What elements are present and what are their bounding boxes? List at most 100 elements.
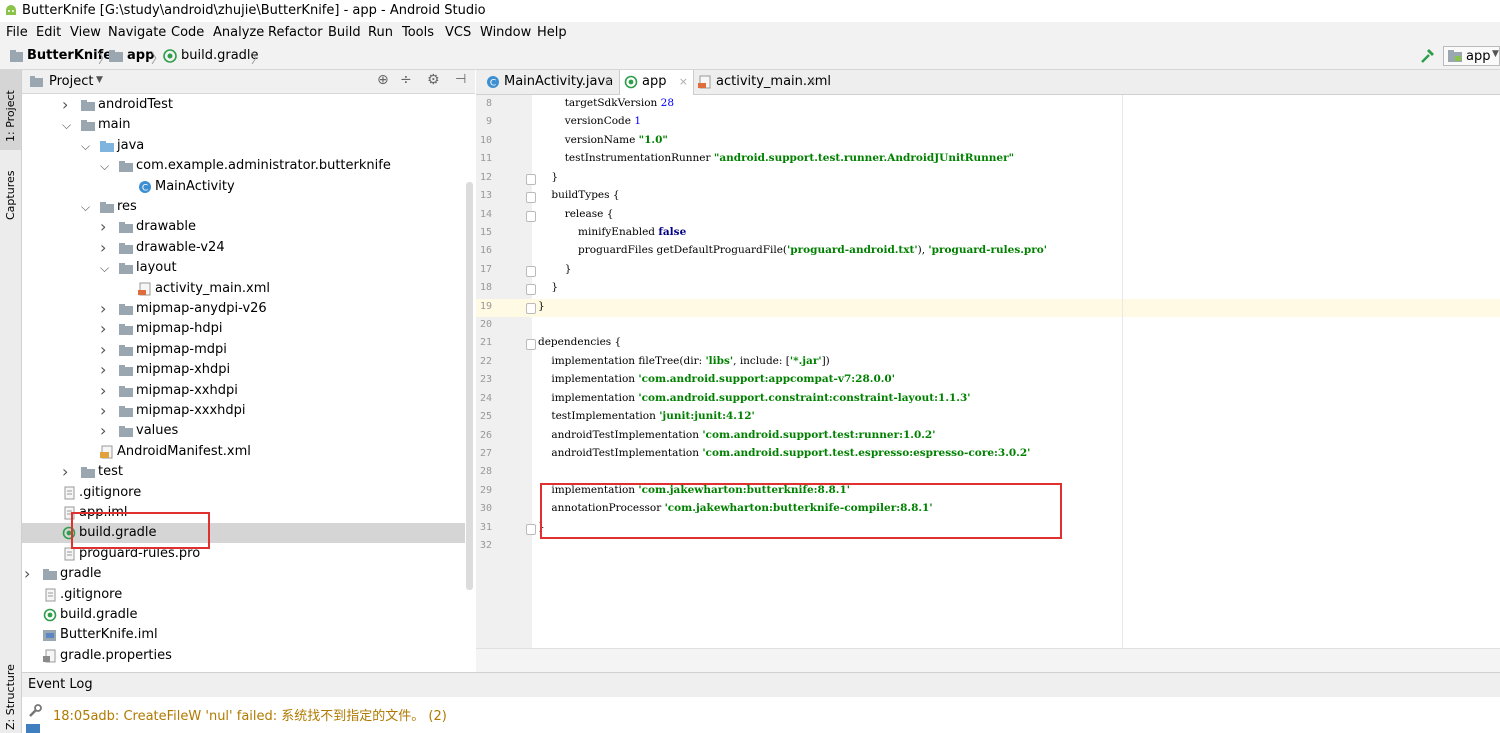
event-log-title[interactable]: Event Log — [28, 677, 93, 692]
line-number: 9 — [485, 116, 492, 128]
chevron-down-icon[interactable]: ⌵ — [81, 136, 91, 153]
tree-item[interactable]: gradle.properties — [22, 646, 465, 666]
chevron-down-icon[interactable]: ⌵ — [81, 197, 91, 214]
menu-run[interactable]: Run — [368, 25, 393, 40]
tree-item[interactable]: .gitignore — [22, 483, 465, 503]
menu-edit[interactable]: Edit — [36, 25, 61, 40]
chevron-right-icon[interactable]: › — [100, 238, 110, 257]
fold-marker-icon[interactable] — [526, 523, 536, 535]
event-log-icon[interactable] — [26, 724, 40, 733]
tree-item[interactable]: .gitignore — [22, 585, 465, 605]
tree-item[interactable]: ButterKnife.iml — [22, 625, 465, 645]
chevron-right-icon[interactable]: › — [100, 299, 110, 318]
tree-item[interactable]: activity_main.xml — [22, 279, 465, 299]
fold-marker-icon[interactable] — [526, 210, 536, 222]
code-token: 'com.android.support.test.espresso:espre… — [702, 446, 1031, 459]
line-number: 8 — [485, 98, 492, 109]
code-token: 'proguard-android.txt' — [787, 244, 918, 257]
menu-build[interactable]: Build — [328, 25, 361, 40]
editor-tab[interactable]: activity_main.xml × — [694, 70, 831, 94]
structure-tool-tab[interactable]: Z: Structure — [4, 664, 17, 730]
menu-window[interactable]: Window — [480, 25, 531, 40]
tree-item[interactable]: › androidTest — [22, 95, 465, 115]
code-token: 1 — [634, 115, 642, 128]
project-tree-scrollbar[interactable] — [466, 182, 473, 590]
tree-item[interactable]: ⌵ main — [22, 115, 465, 135]
close-icon[interactable]: × — [808, 70, 817, 94]
menu-code[interactable]: Code — [171, 25, 204, 40]
tree-item[interactable]: › values — [22, 421, 465, 441]
tree-item[interactable]: ⌵ com.example.administrator.butterknife — [22, 156, 465, 176]
tree-item[interactable]: ⌵ res — [22, 197, 465, 217]
chevron-right-icon[interactable]: › — [100, 381, 110, 400]
menu-view[interactable]: View — [70, 25, 101, 40]
chevron-right-icon[interactable]: › — [100, 319, 110, 338]
scroll-from-source-icon[interactable]: ⊕ — [377, 72, 389, 88]
tree-item[interactable]: › mipmap-mdpi — [22, 340, 465, 360]
fold-marker-icon[interactable] — [526, 192, 536, 204]
fold-marker-icon[interactable] — [526, 302, 536, 314]
code-token: 'com.android.support.constraint:constrai… — [638, 391, 971, 404]
fold-marker-icon[interactable] — [526, 173, 536, 185]
menu-refactor[interactable]: Refactor — [268, 25, 323, 40]
hammer-build-icon[interactable] — [1419, 48, 1435, 64]
tree-item[interactable]: ⌵ layout — [22, 258, 465, 278]
tree-item[interactable]: › test — [22, 462, 465, 482]
tree-item[interactable]: ⌵ java — [22, 136, 465, 156]
project-panel-title[interactable]: Project — [49, 74, 93, 89]
tree-item[interactable]: › mipmap-xxxhdpi — [22, 401, 465, 421]
chevron-down-icon[interactable]: ▼ — [96, 75, 103, 85]
tree-item[interactable]: › mipmap-anydpi-v26 — [22, 299, 465, 319]
tree-item[interactable]: › mipmap-xhdpi — [22, 360, 465, 380]
line-number: 22 — [479, 355, 492, 367]
fold-marker-icon[interactable] — [526, 284, 536, 296]
xml-file-icon — [698, 75, 711, 89]
tree-item[interactable]: › mipmap-hdpi — [22, 319, 465, 339]
module-file-icon — [43, 630, 56, 642]
chevron-right-icon[interactable]: › — [24, 564, 34, 583]
chevron-down-icon[interactable]: ⌵ — [100, 258, 110, 275]
collapse-all-icon[interactable]: ÷ — [400, 72, 412, 88]
chevron-right-icon[interactable]: › — [62, 462, 72, 481]
chevron-down-icon[interactable]: ⌵ — [62, 115, 72, 132]
tree-item[interactable]: › drawable-v24 — [22, 238, 465, 258]
tree-item[interactable]: › gradle — [22, 564, 465, 584]
fold-marker-icon[interactable] — [526, 339, 536, 351]
breadcrumb-file[interactable]: build.gradle — [181, 48, 259, 63]
hide-panel-icon[interactable]: ⊣ — [455, 72, 466, 87]
chevron-down-icon[interactable]: ⌵ — [100, 156, 110, 173]
menu-analyze[interactable]: Analyze — [213, 25, 264, 40]
tree-item[interactable]: build.gradle — [22, 605, 465, 625]
menu-file[interactable]: File — [6, 25, 28, 40]
folder-icon — [81, 467, 95, 479]
wrench-icon[interactable] — [28, 704, 42, 718]
close-icon[interactable]: × — [604, 70, 613, 94]
chevron-right-icon[interactable]: › — [100, 360, 110, 379]
captures-tool-tab[interactable]: Captures — [4, 171, 17, 220]
code-token: ]) — [821, 354, 830, 367]
project-view-icon — [30, 76, 43, 87]
tree-item-label: gradle — [60, 566, 102, 582]
chevron-right-icon[interactable]: › — [62, 95, 72, 114]
tree-item[interactable]: › mipmap-xxhdpi — [22, 381, 465, 401]
chevron-right-icon[interactable]: › — [100, 217, 110, 236]
chevron-right-icon[interactable]: › — [100, 340, 110, 359]
code-line: implementation 'com.android.support:appc… — [538, 373, 895, 385]
menu-navigate[interactable]: Navigate — [108, 25, 166, 40]
run-config-select[interactable]: app ▼ — [1443, 46, 1500, 66]
tree-item[interactable]: AndroidManifest.xml — [22, 442, 465, 462]
chevron-right-icon[interactable]: › — [100, 421, 110, 440]
gear-icon[interactable]: ⚙ — [427, 72, 440, 88]
editor-tab[interactable]: C MainActivity.java × — [482, 70, 618, 94]
close-icon[interactable]: × — [679, 70, 688, 94]
menu-help[interactable]: Help — [537, 25, 567, 40]
tree-item[interactable]: C MainActivity — [22, 177, 465, 197]
chevron-right-icon[interactable]: › — [100, 401, 110, 420]
editor-tab[interactable]: app × — [619, 70, 694, 95]
code-editor[interactable] — [532, 95, 1500, 648]
tree-item-label: .gitignore — [60, 586, 123, 602]
fold-marker-icon[interactable] — [526, 265, 536, 277]
menu-tools[interactable]: Tools — [402, 25, 434, 40]
tree-item[interactable]: › drawable — [22, 217, 465, 237]
menu-vcs[interactable]: VCS — [445, 25, 471, 40]
